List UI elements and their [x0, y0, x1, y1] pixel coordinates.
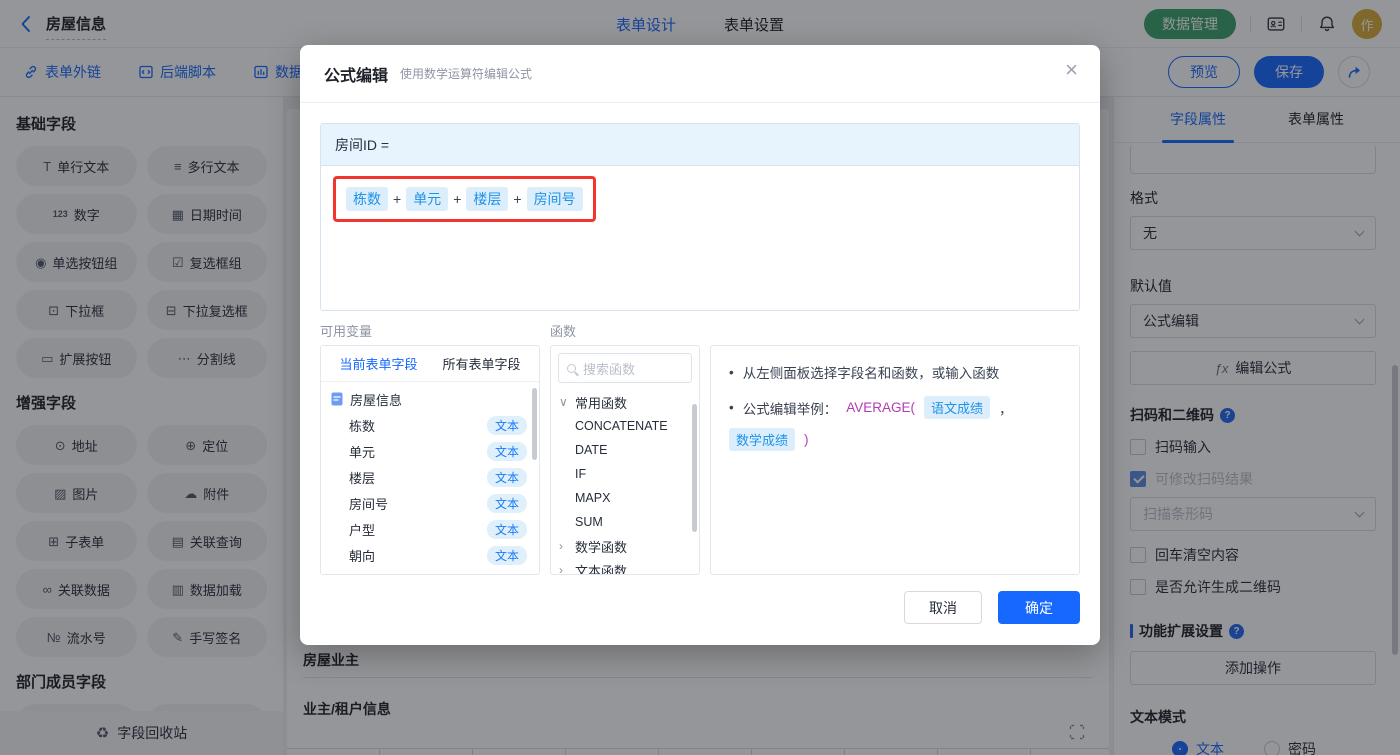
variable-item[interactable]: 楼层 文本	[321, 464, 539, 490]
formula-token[interactable]: 单元	[406, 187, 449, 211]
scrollbar-thumb[interactable]	[692, 404, 697, 532]
formula-token[interactable]: 楼层	[466, 187, 509, 211]
modal-header: 公式编辑 使用数学运算符编辑公式 ×	[300, 45, 1100, 103]
variable-item[interactable]: 单元 文本	[321, 438, 539, 464]
function-item[interactable]: MAPX	[551, 486, 699, 510]
app-window: 房屋信息 表单设计 表单设置 数据管理 作 表单外链 后端脚本 预览 保存 基础…	[0, 0, 1400, 755]
formula-edit-modal: 公式编辑 使用数学运算符编辑公式 × 房间ID = 栋数 + 单元 + 楼层 +…	[300, 45, 1100, 645]
variable-item[interactable]: 栋数 文本	[321, 412, 539, 438]
variable-group[interactable]: 房屋信息	[321, 386, 539, 412]
function-group-common[interactable]: ∨ 常用函数	[551, 390, 699, 414]
functions-label: 函数	[550, 324, 577, 339]
variable-item[interactable]: 朝向 文本	[321, 542, 539, 568]
type-badge: 文本	[486, 415, 527, 435]
variable-item[interactable]: 户型 文本	[321, 516, 539, 542]
plus-operator: +	[453, 191, 462, 207]
function-group-math[interactable]: › 数学函数	[551, 534, 699, 558]
function-group-text[interactable]: › 文本函数	[551, 558, 699, 575]
function-item[interactable]: SUM	[551, 510, 699, 534]
function-search-input[interactable]: 搜索函数	[558, 353, 692, 383]
functions-panel: 搜索函数 ∨ 常用函数 CONCATENATE DATE IF MAPX SUM …	[550, 345, 700, 575]
example-function-name: AVERAGE(	[846, 400, 915, 415]
type-badge: 文本	[486, 441, 527, 461]
formula-editor[interactable]: 房间ID = 栋数 + 单元 + 楼层 + 房间号	[320, 123, 1080, 311]
formula-token[interactable]: 栋数	[346, 187, 388, 211]
bullet: •	[729, 364, 734, 380]
scrollbar-thumb[interactable]	[532, 388, 537, 460]
plus-operator: +	[513, 191, 522, 207]
chevron-expanded-icon: ∨	[559, 395, 568, 409]
chevron-collapsed-icon: ›	[559, 563, 563, 575]
function-item[interactable]: CONCATENATE	[551, 414, 699, 438]
example-comma: ，	[999, 401, 1013, 417]
variables-tabs: 当前表单字段 所有表单字段	[321, 346, 539, 382]
variables-label: 可用变量	[320, 324, 373, 339]
tab-all-form-fields[interactable]: 所有表单字段	[442, 354, 520, 373]
formula-body[interactable]: 栋数 + 单元 + 楼层 + 房间号	[321, 166, 1079, 232]
type-badge: 文本	[486, 493, 527, 513]
formula-token[interactable]: 房间号	[526, 187, 583, 211]
function-item[interactable]: IF	[551, 462, 699, 486]
confirm-button[interactable]: 确定	[998, 591, 1080, 624]
search-icon	[567, 363, 576, 373]
variables-panel: 当前表单字段 所有表单字段 房屋信息 栋数 文本 单元 文本 楼层 文本 房间号 文本 …	[320, 345, 540, 575]
close-icon[interactable]: ×	[1065, 59, 1078, 81]
type-badge: 文本	[486, 545, 527, 565]
formula-highlight-box: 栋数 + 单元 + 楼层 + 房间号	[333, 176, 596, 222]
example-field-chip: 数学成绩	[729, 428, 796, 451]
modal-footer: 取消 确定	[904, 591, 1080, 624]
type-badge: 文本	[486, 467, 527, 487]
cancel-button[interactable]: 取消	[904, 591, 982, 624]
tab-current-form-fields[interactable]: 当前表单字段	[339, 354, 417, 373]
bullet: •	[729, 400, 734, 415]
example-field-chip: 语文成绩	[924, 396, 991, 419]
search-placeholder: 搜索函数	[583, 361, 636, 377]
formula-target: 房间ID =	[321, 124, 1079, 166]
tip-example-line: • 公式编辑举例： AVERAGE( 语文成绩 ， 数学成绩 )	[729, 396, 1061, 451]
modal-title: 公式编辑	[324, 67, 389, 85]
function-item[interactable]: DATE	[551, 438, 699, 462]
example-close-paren: )	[804, 432, 809, 447]
modal-subtitle: 使用数学运算符编辑公式	[400, 67, 533, 81]
plus-operator: +	[393, 191, 402, 207]
tip-line: • 从左侧面板选择字段名和函数，或输入函数	[729, 364, 1000, 382]
tips-panel: • 从左侧面板选择字段名和函数，或输入函数 • 公式编辑举例： AVERAGE(…	[710, 345, 1080, 575]
document-icon	[331, 392, 343, 406]
chevron-collapsed-icon: ›	[559, 539, 563, 553]
type-badge: 文本	[486, 519, 527, 539]
variable-item[interactable]: 房间号 文本	[321, 490, 539, 516]
